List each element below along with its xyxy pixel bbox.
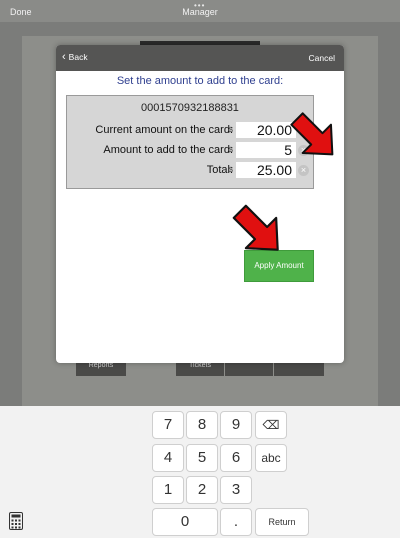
- key-0[interactable]: 0: [152, 508, 218, 536]
- key-3[interactable]: 3: [220, 476, 252, 504]
- back-button[interactable]: ‹ Back: [62, 51, 88, 63]
- back-label: Back: [68, 52, 88, 62]
- key-5[interactable]: 5: [186, 444, 218, 472]
- calculator-icon[interactable]: [9, 512, 23, 530]
- background-button[interactable]: [225, 362, 273, 376]
- chevron-left-icon: ‹: [62, 51, 66, 63]
- backspace-icon[interactable]: ⌫: [255, 411, 287, 439]
- key-4[interactable]: 4: [152, 444, 184, 472]
- decimal-key[interactable]: .: [220, 508, 252, 536]
- cancel-button[interactable]: Cancel: [309, 53, 335, 63]
- total-row: Total: $ 25.00 ×: [67, 161, 315, 179]
- tickets-button[interactable]: Tickets: [176, 362, 224, 376]
- dialog-header: ‹ Back Cancel: [56, 45, 344, 71]
- red-arrow-icon: [290, 112, 334, 156]
- card-info-box: 0001570932188831 Current amount on the c…: [66, 95, 314, 189]
- key-1[interactable]: 1: [152, 476, 184, 504]
- app-title: Manager: [182, 7, 218, 17]
- background-button[interactable]: [274, 362, 324, 376]
- currency-symbol: $: [229, 127, 233, 134]
- total-field: 25.00: [236, 162, 296, 178]
- card-number: 0001570932188831: [141, 102, 239, 114]
- key-6[interactable]: 6: [220, 444, 252, 472]
- numeric-keypad: 7 8 9 ⌫ 4 5 6 abc 1 2 3 0 . Return: [0, 406, 400, 538]
- key-7[interactable]: 7: [152, 411, 184, 439]
- currency-symbol: $: [229, 167, 233, 174]
- key-8[interactable]: 8: [186, 411, 218, 439]
- add-amount-label: Amount to add to the card:: [103, 144, 233, 156]
- add-amount-row: Amount to add to the card: $ 5 ×: [67, 141, 315, 159]
- abc-key[interactable]: abc: [255, 444, 287, 472]
- current-amount-label: Current amount on the card:: [95, 124, 233, 136]
- red-arrow-icon: [232, 204, 279, 251]
- key-9[interactable]: 9: [220, 411, 252, 439]
- dialog-subtitle: Set the amount to add to the card:: [116, 75, 284, 87]
- currency-symbol: $: [229, 147, 233, 154]
- top-bar: Done ••• Manager: [0, 0, 400, 22]
- clear-icon[interactable]: ×: [298, 165, 309, 176]
- return-key[interactable]: Return: [255, 508, 309, 536]
- add-amount-dialog: ‹ Back Cancel Set the amount to add to t…: [56, 45, 344, 363]
- current-amount-row: Current amount on the card: $ 20.00: [67, 121, 315, 139]
- reports-button[interactable]: Reports: [76, 362, 126, 376]
- key-2[interactable]: 2: [186, 476, 218, 504]
